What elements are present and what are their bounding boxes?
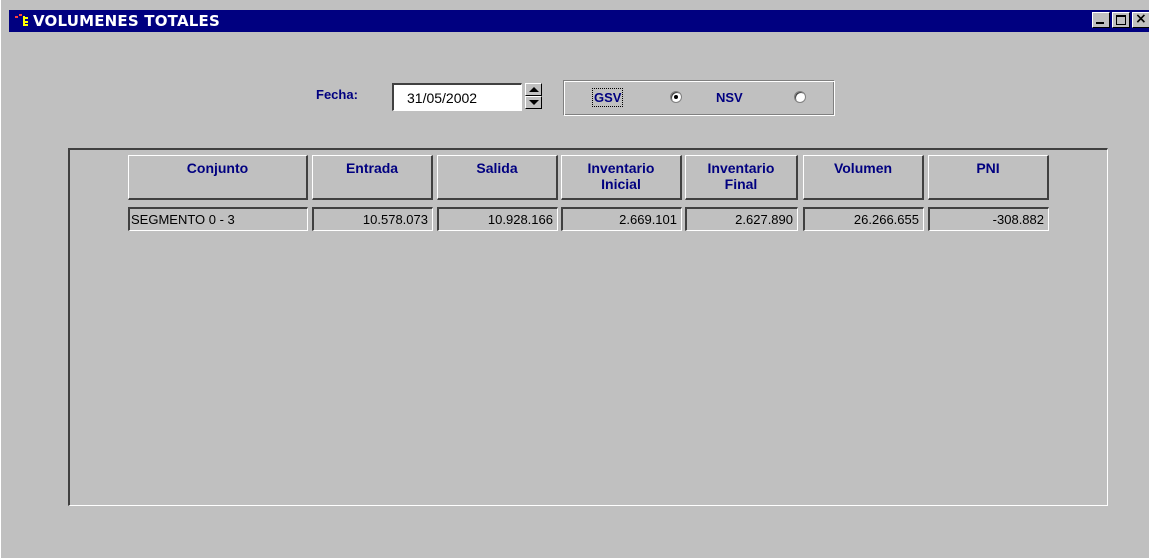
header-inventario-final-line2: Final bbox=[724, 176, 758, 192]
table-cell-pni[interactable]: -308.882 bbox=[928, 207, 1049, 231]
header-inventario-inicial[interactable]: Inventario Inicial bbox=[561, 155, 682, 200]
header-pni-label: PNI bbox=[976, 160, 1000, 176]
spin-up-icon bbox=[529, 87, 539, 92]
maximize-button[interactable] bbox=[1112, 12, 1130, 28]
table-cell-entrada[interactable]: 10.578.073 bbox=[312, 207, 433, 231]
gsv-label[interactable]: GSV bbox=[591, 88, 624, 107]
spin-up-button[interactable] bbox=[525, 83, 542, 96]
minimize-icon bbox=[1096, 22, 1104, 24]
header-entrada-label: Entrada bbox=[345, 160, 399, 176]
measure-radio-group: GSV NSV bbox=[563, 80, 835, 116]
table-cell-volumen[interactable]: 26.266.655 bbox=[803, 207, 924, 231]
minimize-button[interactable] bbox=[1092, 12, 1110, 28]
table-cell-inventario-inicial[interactable]: 2.669.101 bbox=[561, 207, 682, 231]
header-entrada[interactable]: Entrada bbox=[312, 155, 433, 200]
nsv-label[interactable]: NSV bbox=[716, 90, 743, 105]
title-buttons: × bbox=[1092, 11, 1149, 28]
header-conjunto-label: Conjunto bbox=[186, 160, 249, 176]
data-grid-panel bbox=[68, 148, 1108, 506]
fecha-label: Fecha: bbox=[316, 87, 358, 102]
maximize-icon bbox=[1116, 15, 1126, 25]
header-inventario-inicial-line2: Inicial bbox=[601, 176, 641, 192]
fecha-input[interactable]: 31/05/2002 bbox=[392, 83, 522, 111]
header-conjunto[interactable]: Conjunto bbox=[128, 155, 308, 200]
window-left-edge bbox=[1, 32, 9, 558]
header-volumen-label: Volumen bbox=[833, 160, 893, 176]
nsv-radio[interactable] bbox=[794, 91, 806, 103]
spin-down-button[interactable] bbox=[525, 96, 542, 109]
table-cell-salida[interactable]: 10.928.166 bbox=[437, 207, 558, 231]
table-cell-inventario-final[interactable]: 2.627.890 bbox=[685, 207, 798, 231]
close-icon: × bbox=[1135, 11, 1147, 27]
title-bar[interactable]: VOLUMENES TOTALES × bbox=[9, 10, 1149, 32]
header-salida-label: Salida bbox=[476, 160, 518, 176]
fecha-spinner[interactable] bbox=[525, 83, 542, 109]
header-inventario-final-line1: Inventario bbox=[707, 160, 775, 176]
header-salida[interactable]: Salida bbox=[437, 155, 558, 200]
table-cell-conjunto[interactable]: SEGMENTO 0 - 3 bbox=[128, 207, 308, 231]
window-title: VOLUMENES TOTALES bbox=[33, 12, 220, 30]
spin-down-icon bbox=[529, 100, 539, 105]
gsv-radio[interactable] bbox=[670, 91, 682, 103]
app-icon bbox=[15, 14, 28, 26]
volumenes-totales-window: VOLUMENES TOTALES × Fecha: 31/05/2002 GS… bbox=[0, 0, 1149, 558]
header-volumen[interactable]: Volumen bbox=[803, 155, 924, 200]
header-inventario-inicial-line1: Inventario bbox=[587, 160, 655, 176]
close-button[interactable]: × bbox=[1132, 11, 1149, 28]
header-pni[interactable]: PNI bbox=[928, 155, 1049, 200]
header-inventario-final[interactable]: Inventario Final bbox=[685, 155, 798, 200]
